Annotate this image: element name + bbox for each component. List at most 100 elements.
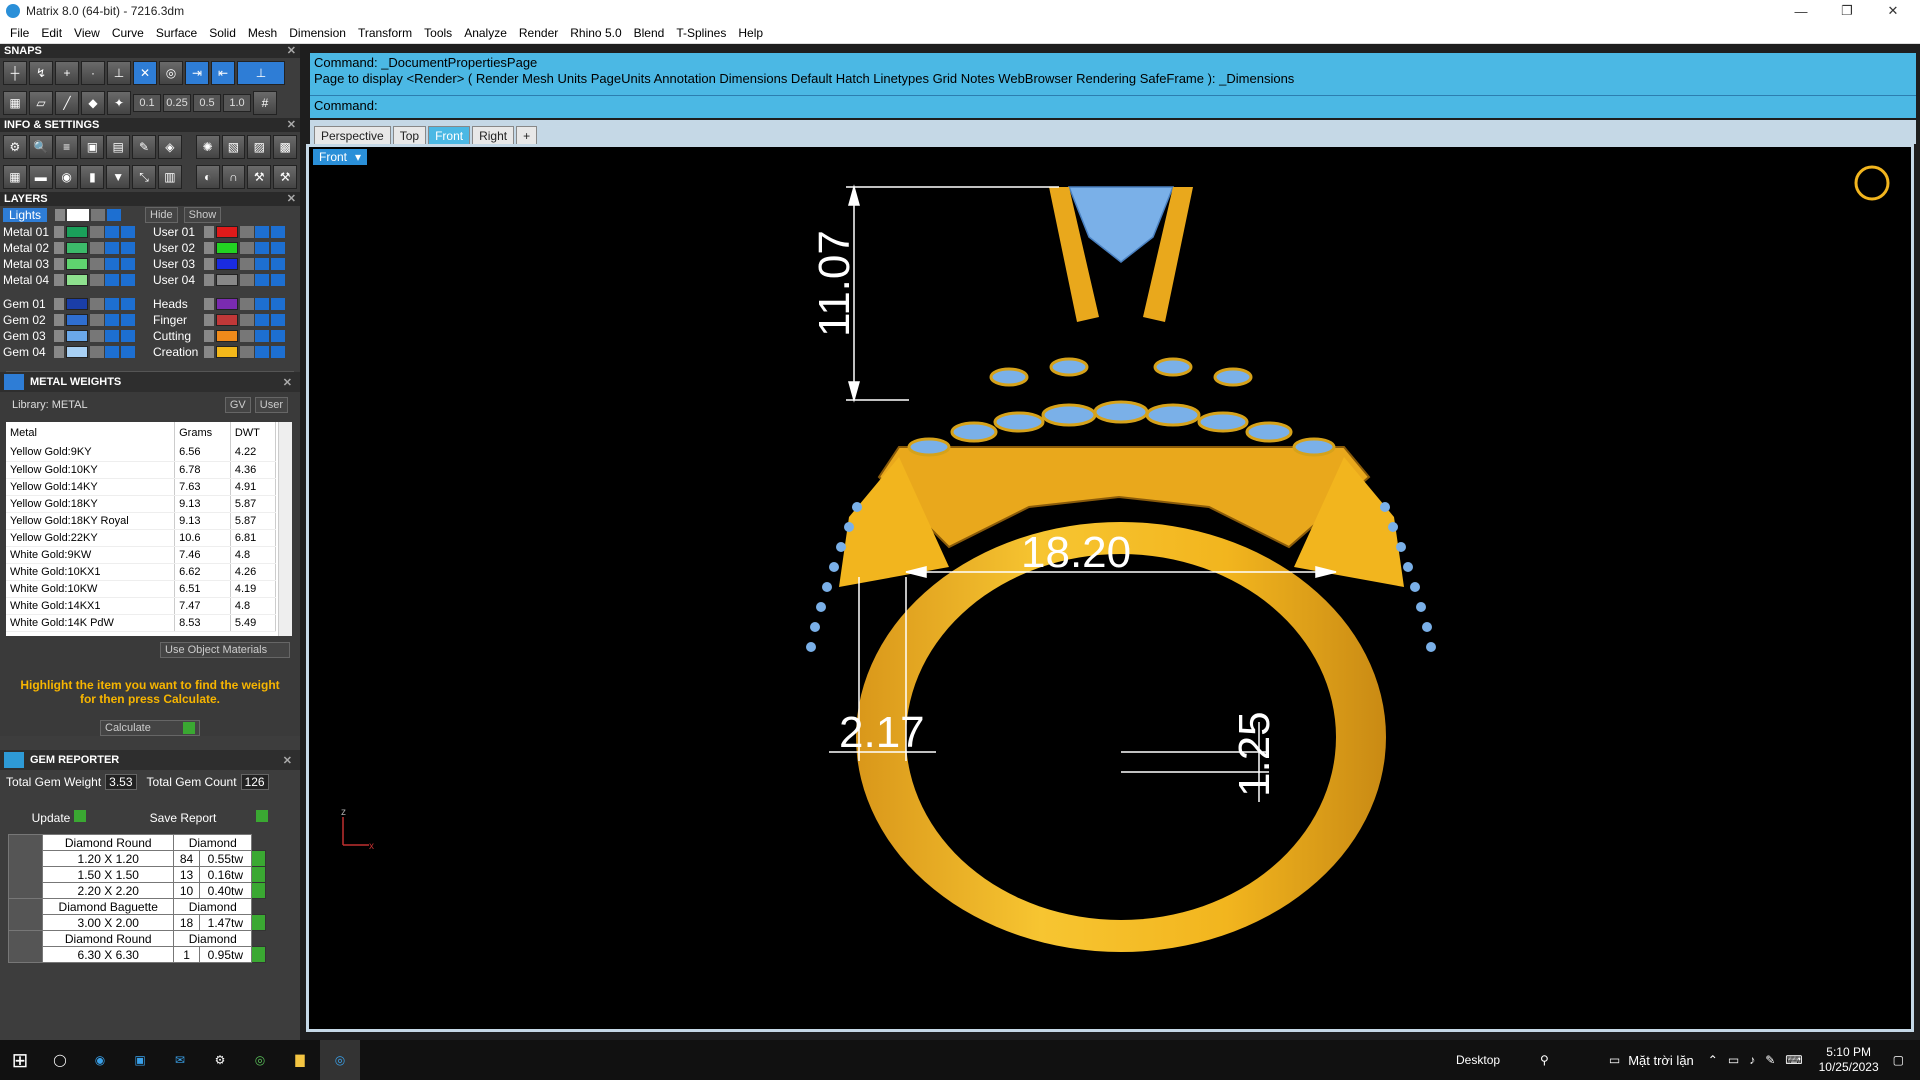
layer-row[interactable]: Cutting — [150, 328, 300, 344]
layer-color-swatch[interactable] — [66, 346, 88, 358]
layer-toggle-icon[interactable] — [271, 258, 285, 270]
snap-value-4[interactable]: 1.0 — [223, 94, 251, 112]
visibility-icon[interactable] — [255, 274, 269, 286]
layer-toggle-icon[interactable] — [121, 330, 135, 342]
menu-item-analyze[interactable]: Analyze — [458, 26, 513, 40]
layer-arrow-icon[interactable] — [54, 314, 64, 326]
lock-icon[interactable] — [90, 242, 104, 254]
render-icon[interactable]: ▩ — [273, 135, 298, 159]
layer-row[interactable]: Heads — [150, 296, 300, 312]
wrench-icon[interactable]: ⚒ — [273, 165, 298, 189]
layer-row[interactable]: User 03 — [150, 256, 300, 272]
save-icon[interactable]: ▥ — [157, 165, 182, 189]
box-icon[interactable]: ▬ — [28, 165, 53, 189]
layer-color-swatch[interactable] — [216, 226, 238, 238]
ortho-toggle-icon[interactable]: ⊥ — [237, 61, 285, 85]
search-icon[interactable]: ◯ — [40, 1040, 80, 1080]
layer-toggle-icon[interactable] — [271, 226, 285, 238]
panel-icon[interactable]: ▮ — [80, 165, 105, 189]
lock-icon[interactable] — [240, 346, 254, 358]
user-toggle[interactable]: User — [254, 397, 288, 413]
layer-toggle-icon[interactable] — [121, 314, 135, 326]
front-viewport[interactable]: Front ▾ 11.07 18.20 2.17 1.25 z x — [306, 144, 1914, 1032]
visibility-icon[interactable] — [255, 226, 269, 238]
lock-icon[interactable] — [240, 330, 254, 342]
layer-color-swatch[interactable] — [66, 314, 88, 326]
layer-toggle-icon[interactable] — [271, 298, 285, 310]
layer-arrow-icon[interactable] — [204, 242, 214, 254]
layer-row[interactable]: User 01 — [150, 224, 300, 240]
layers-icon[interactable]: ≡ — [54, 135, 79, 159]
layer-arrow-icon[interactable] — [54, 258, 64, 270]
weather-label[interactable]: Mặt trời lặn — [1628, 1053, 1694, 1068]
gv-toggle[interactable]: GV — [224, 397, 251, 413]
table-row[interactable]: Yellow Gold:22KY 10.6 6.81 — [6, 529, 277, 547]
layer-row[interactable]: Finger — [150, 312, 300, 328]
layer-color-swatch[interactable] — [216, 242, 238, 254]
visibility-icon[interactable] — [255, 298, 269, 310]
smart-track-icon[interactable]: ✦ — [107, 91, 131, 115]
visibility-icon[interactable] — [105, 346, 119, 358]
visibility-icon[interactable] — [105, 242, 119, 254]
people-icon[interactable]: ⚲ — [1540, 1053, 1549, 1067]
layer-toggle-icon[interactable] — [121, 226, 135, 238]
table-row[interactable]: Yellow Gold:10KY 6.78 4.36 — [6, 461, 277, 479]
chevron-up-icon[interactable]: ⌃ — [1708, 1053, 1718, 1067]
snap-value-2[interactable]: 0.25 — [163, 94, 191, 112]
snap-point-icon[interactable]: + — [55, 61, 79, 85]
lock-icon[interactable] — [240, 226, 254, 238]
planar-icon[interactable]: ▱ — [29, 91, 53, 115]
frame-icon[interactable]: ▧ — [221, 135, 246, 159]
visibility-icon[interactable] — [105, 298, 119, 310]
project-icon[interactable]: ◆ — [81, 91, 105, 115]
add-tab-button[interactable]: + — [516, 126, 538, 144]
menu-item-transform[interactable]: Transform — [352, 26, 418, 40]
globe-icon[interactable]: ◉ — [54, 165, 79, 189]
cube-icon[interactable]: ▣ — [80, 135, 105, 159]
visibility-icon[interactable] — [105, 330, 119, 342]
layer-arrow-icon[interactable] — [204, 274, 214, 286]
tab-top[interactable]: Top — [392, 126, 427, 144]
layer-toggle-icon[interactable] — [121, 258, 135, 270]
visibility-icon[interactable] — [105, 226, 119, 238]
lock-icon[interactable] — [240, 274, 254, 286]
menu-item-tools[interactable]: Tools — [418, 26, 458, 40]
layer-row[interactable]: Metal 01 — [0, 224, 150, 240]
table-row[interactable]: Yellow Gold:14KY 7.63 4.91 — [6, 478, 277, 496]
layer-row[interactable]: Metal 03 — [0, 256, 150, 272]
matrix-app-icon[interactable]: ◎ — [320, 1040, 360, 1080]
layer-arrow-icon[interactable] — [54, 330, 64, 342]
gem-row[interactable]: 2.20 X 2.20 10 0.40tw — [9, 882, 266, 899]
layer-color-swatch[interactable] — [216, 274, 238, 286]
select-gem-arrow-icon[interactable] — [251, 866, 266, 883]
visibility-icon[interactable] — [255, 346, 269, 358]
metal-table-scrollbar[interactable] — [278, 422, 292, 636]
visibility-icon[interactable] — [105, 258, 119, 270]
snap-end-icon[interactable]: ┼ — [3, 61, 27, 85]
layer-row[interactable]: Creation — [150, 344, 300, 360]
snap-value-1[interactable]: 0.1 — [133, 94, 161, 112]
table-row[interactable]: Yellow Gold:9KY 6.56 4.22 — [6, 444, 277, 462]
menu-item-solid[interactable]: Solid — [203, 26, 242, 40]
lights-layer[interactable]: Lights — [3, 208, 48, 222]
zoom-icon[interactable]: 🔍 — [28, 135, 53, 159]
snap-cen-icon[interactable]: ⊥ — [107, 61, 131, 85]
visibility-icon[interactable] — [105, 274, 119, 286]
table-row[interactable]: White Gold:10KW 6.51 4.19 — [6, 580, 277, 598]
layer-row[interactable]: Gem 04 — [0, 344, 150, 360]
lock-icon[interactable] — [90, 258, 104, 270]
lock-icon[interactable] — [240, 258, 254, 270]
view-ring-icon[interactable] — [1854, 165, 1890, 201]
layer-arrow-icon[interactable] — [204, 298, 214, 310]
layer-color-swatch[interactable] — [216, 258, 238, 270]
layer-row[interactable]: Metal 02 — [0, 240, 150, 256]
layer-toggle-icon[interactable] — [271, 314, 285, 326]
minimize-button[interactable]: — — [1778, 0, 1824, 22]
clock[interactable]: 5:10 PM 10/25/2023 — [1819, 1045, 1879, 1075]
update-button[interactable]: Update — [32, 809, 87, 825]
layer-toggle-icon[interactable] — [121, 298, 135, 310]
layer-arrow-icon[interactable] — [204, 314, 214, 326]
lock-icon[interactable] — [240, 298, 254, 310]
gem-row[interactable]: 1.50 X 1.50 13 0.16tw — [9, 866, 266, 883]
folder-icon[interactable]: ▇ — [280, 1040, 320, 1080]
